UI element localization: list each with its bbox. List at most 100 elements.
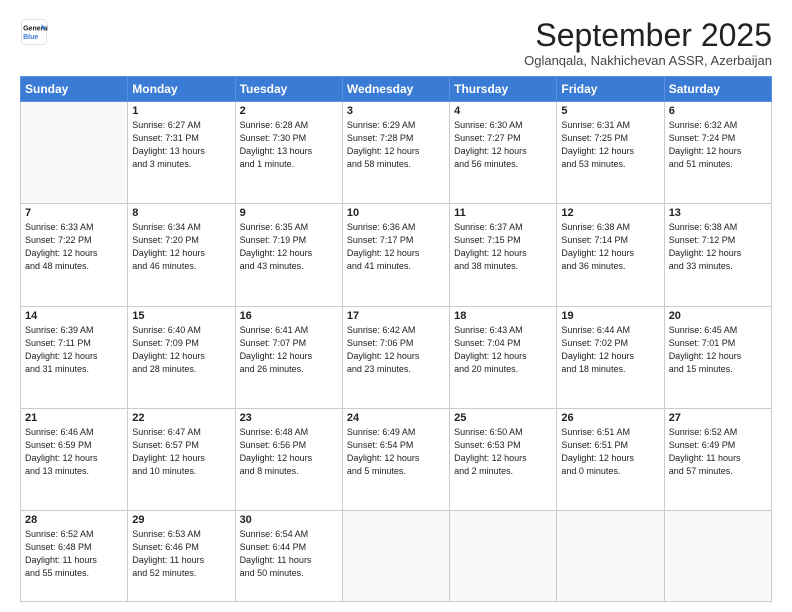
calendar-cell: 18 Sunrise: 6:43 AM Sunset: 7:04 PM Dayli…	[450, 306, 557, 408]
day-content: Sunrise: 6:31 AM Sunset: 7:25 PM Dayligh…	[561, 119, 659, 171]
day-number: 5	[561, 105, 659, 117]
calendar-cell	[21, 102, 128, 204]
day-number: 12	[561, 207, 659, 219]
calendar-cell: 23 Sunrise: 6:48 AM Sunset: 6:56 PM Dayli…	[235, 408, 342, 510]
logo: General Blue	[20, 18, 50, 46]
day-number: 11	[454, 207, 552, 219]
calendar-cell: 19 Sunrise: 6:44 AM Sunset: 7:02 PM Dayli…	[557, 306, 664, 408]
calendar-cell	[664, 510, 771, 601]
day-content: Sunrise: 6:50 AM Sunset: 6:53 PM Dayligh…	[454, 426, 552, 478]
day-number: 27	[669, 412, 767, 424]
day-content: Sunrise: 6:27 AM Sunset: 7:31 PM Dayligh…	[132, 119, 230, 171]
calendar-cell: 5 Sunrise: 6:31 AM Sunset: 7:25 PM Daylig…	[557, 102, 664, 204]
day-content: Sunrise: 6:44 AM Sunset: 7:02 PM Dayligh…	[561, 324, 659, 376]
day-content: Sunrise: 6:52 AM Sunset: 6:48 PM Dayligh…	[25, 528, 123, 580]
day-header: Wednesday	[342, 77, 449, 102]
day-content: Sunrise: 6:39 AM Sunset: 7:11 PM Dayligh…	[25, 324, 123, 376]
day-number: 22	[132, 412, 230, 424]
day-content: Sunrise: 6:29 AM Sunset: 7:28 PM Dayligh…	[347, 119, 445, 171]
day-number: 20	[669, 310, 767, 322]
calendar-cell	[342, 510, 449, 601]
day-number: 23	[240, 412, 338, 424]
calendar-table: SundayMondayTuesdayWednesdayThursdayFrid…	[20, 76, 772, 602]
day-number: 30	[240, 514, 338, 526]
calendar-cell: 28 Sunrise: 6:52 AM Sunset: 6:48 PM Dayli…	[21, 510, 128, 601]
day-number: 21	[25, 412, 123, 424]
calendar-cell: 9 Sunrise: 6:35 AM Sunset: 7:19 PM Daylig…	[235, 204, 342, 306]
day-content: Sunrise: 6:42 AM Sunset: 7:06 PM Dayligh…	[347, 324, 445, 376]
calendar-cell	[450, 510, 557, 601]
day-number: 7	[25, 207, 123, 219]
day-content: Sunrise: 6:43 AM Sunset: 7:04 PM Dayligh…	[454, 324, 552, 376]
calendar-cell: 1 Sunrise: 6:27 AM Sunset: 7:31 PM Daylig…	[128, 102, 235, 204]
calendar-cell: 10Sunrise: 6:36 AM Sunset: 7:17 PM Dayli…	[342, 204, 449, 306]
day-header: Tuesday	[235, 77, 342, 102]
svg-text:Blue: Blue	[23, 34, 38, 41]
calendar-cell: 27Sunrise: 6:52 AM Sunset: 6:49 PM Dayli…	[664, 408, 771, 510]
calendar-cell: 11 Sunrise: 6:37 AM Sunset: 7:15 PM Dayli…	[450, 204, 557, 306]
logo-icon: General Blue	[20, 18, 48, 46]
day-number: 17	[347, 310, 445, 322]
day-content: Sunrise: 6:46 AM Sunset: 6:59 PM Dayligh…	[25, 426, 123, 478]
day-content: Sunrise: 6:37 AM Sunset: 7:15 PM Dayligh…	[454, 221, 552, 273]
day-number: 28	[25, 514, 123, 526]
calendar-cell: 3 Sunrise: 6:29 AM Sunset: 7:28 PM Daylig…	[342, 102, 449, 204]
day-content: Sunrise: 6:35 AM Sunset: 7:19 PM Dayligh…	[240, 221, 338, 273]
day-header: Sunday	[21, 77, 128, 102]
day-number: 16	[240, 310, 338, 322]
day-content: Sunrise: 6:38 AM Sunset: 7:14 PM Dayligh…	[561, 221, 659, 273]
calendar-cell: 20 Sunrise: 6:45 AM Sunset: 7:01 PM Dayli…	[664, 306, 771, 408]
day-content: Sunrise: 6:32 AM Sunset: 7:24 PM Dayligh…	[669, 119, 767, 171]
calendar-cell: 12 Sunrise: 6:38 AM Sunset: 7:14 PM Dayli…	[557, 204, 664, 306]
day-content: Sunrise: 6:38 AM Sunset: 7:12 PM Dayligh…	[669, 221, 767, 273]
day-header: Monday	[128, 77, 235, 102]
day-header: Saturday	[664, 77, 771, 102]
day-number: 10	[347, 207, 445, 219]
day-content: Sunrise: 6:45 AM Sunset: 7:01 PM Dayligh…	[669, 324, 767, 376]
day-number: 1	[132, 105, 230, 117]
day-number: 19	[561, 310, 659, 322]
day-content: Sunrise: 6:28 AM Sunset: 7:30 PM Dayligh…	[240, 119, 338, 171]
calendar-cell: 2 Sunrise: 6:28 AM Sunset: 7:30 PM Daylig…	[235, 102, 342, 204]
svg-text:General: General	[23, 25, 48, 32]
calendar-cell: 16 Sunrise: 6:41 AM Sunset: 7:07 PM Dayli…	[235, 306, 342, 408]
day-number: 8	[132, 207, 230, 219]
location-subtitle: Oglanqala, Nakhichevan ASSR, Azerbaijan	[524, 53, 772, 68]
calendar-cell: 24 Sunrise: 6:49 AM Sunset: 6:54 PM Dayli…	[342, 408, 449, 510]
calendar-cell: 4Sunrise: 6:30 AM Sunset: 7:27 PM Daylig…	[450, 102, 557, 204]
calendar-cell: 29Sunrise: 6:53 AM Sunset: 6:46 PM Dayli…	[128, 510, 235, 601]
day-content: Sunrise: 6:47 AM Sunset: 6:57 PM Dayligh…	[132, 426, 230, 478]
day-number: 13	[669, 207, 767, 219]
calendar-cell: 22 Sunrise: 6:47 AM Sunset: 6:57 PM Dayli…	[128, 408, 235, 510]
calendar-cell: 8 Sunrise: 6:34 AM Sunset: 7:20 PM Daylig…	[128, 204, 235, 306]
calendar-cell: 13 Sunrise: 6:38 AM Sunset: 7:12 PM Dayli…	[664, 204, 771, 306]
day-number: 24	[347, 412, 445, 424]
calendar-cell: 25 Sunrise: 6:50 AM Sunset: 6:53 PM Dayli…	[450, 408, 557, 510]
calendar-cell: 6 Sunrise: 6:32 AM Sunset: 7:24 PM Daylig…	[664, 102, 771, 204]
day-number: 4	[454, 105, 552, 117]
calendar-cell: 15Sunrise: 6:40 AM Sunset: 7:09 PM Dayli…	[128, 306, 235, 408]
day-number: 2	[240, 105, 338, 117]
day-header: Friday	[557, 77, 664, 102]
title-block: September 2025 Oglanqala, Nakhichevan AS…	[524, 18, 772, 68]
calendar-cell: 26Sunrise: 6:51 AM Sunset: 6:51 PM Dayli…	[557, 408, 664, 510]
calendar-cell	[557, 510, 664, 601]
calendar-cell: 7 Sunrise: 6:33 AM Sunset: 7:22 PM Daylig…	[21, 204, 128, 306]
day-content: Sunrise: 6:48 AM Sunset: 6:56 PM Dayligh…	[240, 426, 338, 478]
day-number: 15	[132, 310, 230, 322]
month-title: September 2025	[524, 18, 772, 53]
day-number: 18	[454, 310, 552, 322]
day-content: Sunrise: 6:34 AM Sunset: 7:20 PM Dayligh…	[132, 221, 230, 273]
day-content: Sunrise: 6:51 AM Sunset: 6:51 PM Dayligh…	[561, 426, 659, 478]
day-number: 9	[240, 207, 338, 219]
day-content: Sunrise: 6:41 AM Sunset: 7:07 PM Dayligh…	[240, 324, 338, 376]
day-number: 14	[25, 310, 123, 322]
day-content: Sunrise: 6:49 AM Sunset: 6:54 PM Dayligh…	[347, 426, 445, 478]
calendar-cell: 14 Sunrise: 6:39 AM Sunset: 7:11 PM Dayli…	[21, 306, 128, 408]
day-header: Thursday	[450, 77, 557, 102]
day-number: 3	[347, 105, 445, 117]
day-content: Sunrise: 6:54 AM Sunset: 6:44 PM Dayligh…	[240, 528, 338, 580]
day-number: 6	[669, 105, 767, 117]
day-content: Sunrise: 6:33 AM Sunset: 7:22 PM Dayligh…	[25, 221, 123, 273]
day-number: 25	[454, 412, 552, 424]
